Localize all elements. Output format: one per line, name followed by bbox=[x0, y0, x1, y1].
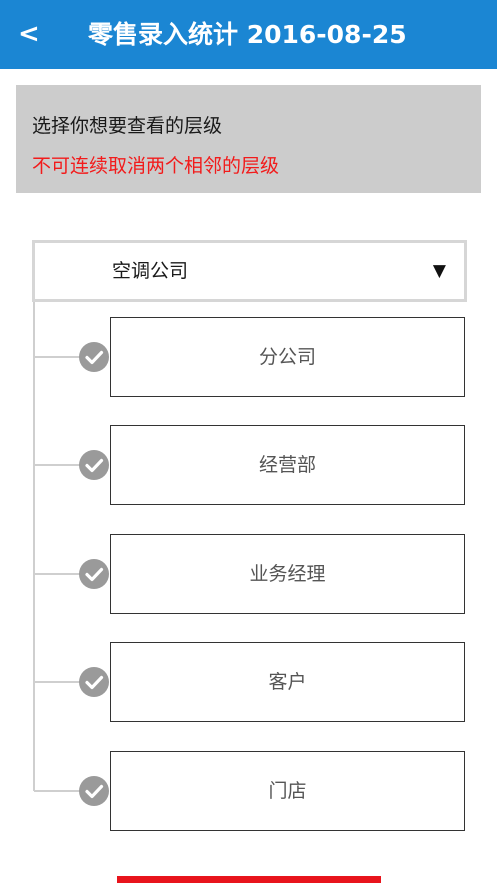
notice-warning: 不可连续取消两个相邻的层级 bbox=[32, 155, 280, 177]
checkmark-circle-icon[interactable] bbox=[79, 342, 109, 372]
confirm-button[interactable] bbox=[117, 876, 381, 883]
level-row-branch-company: 分公司 bbox=[0, 317, 497, 397]
page-title: 零售录入统计 2016-08-25 bbox=[88, 20, 407, 49]
tree-branch-line bbox=[34, 681, 84, 683]
level-label: 业务经理 bbox=[249, 563, 326, 585]
caret-down-icon: ▼ bbox=[432, 261, 446, 281]
checkmark-circle-icon[interactable] bbox=[79, 559, 109, 589]
notice-box: 选择你想要查看的层级 不可连续取消两个相邻的层级 bbox=[16, 85, 481, 193]
checkmark-circle-icon[interactable] bbox=[79, 450, 109, 480]
level-row-department: 经营部 bbox=[0, 425, 497, 505]
header-bar: < 零售录入统计 2016-08-25 bbox=[0, 0, 497, 69]
level-label: 客户 bbox=[268, 671, 307, 693]
level-button-branch-company[interactable]: 分公司 bbox=[110, 317, 465, 397]
app-screen: < 零售录入统计 2016-08-25 选择你想要查看的层级 不可连续取消两个相… bbox=[0, 0, 497, 883]
back-button[interactable]: < bbox=[18, 12, 50, 56]
level-button-manager[interactable]: 业务经理 bbox=[110, 534, 465, 614]
level-button-department[interactable]: 经营部 bbox=[110, 425, 465, 505]
level-label: 门店 bbox=[268, 780, 307, 802]
level-row-manager: 业务经理 bbox=[0, 534, 497, 614]
checkmark-circle-icon[interactable] bbox=[79, 667, 109, 697]
company-dropdown[interactable]: 空调公司 ▼ bbox=[32, 240, 467, 302]
dropdown-selected-value: 空调公司 bbox=[112, 260, 189, 282]
checkmark-circle-icon[interactable] bbox=[79, 776, 109, 806]
level-label: 分公司 bbox=[258, 346, 316, 368]
level-button-customer[interactable]: 客户 bbox=[110, 642, 465, 722]
level-row-store: 门店 bbox=[0, 751, 497, 831]
tree-branch-line bbox=[34, 573, 84, 575]
level-row-customer: 客户 bbox=[0, 642, 497, 722]
notice-instruction: 选择你想要查看的层级 bbox=[32, 115, 223, 137]
tree-branch-line bbox=[34, 790, 84, 792]
level-label: 经营部 bbox=[258, 454, 316, 476]
level-button-store[interactable]: 门店 bbox=[110, 751, 465, 831]
tree-branch-line bbox=[34, 356, 84, 358]
tree-branch-line bbox=[34, 464, 84, 466]
